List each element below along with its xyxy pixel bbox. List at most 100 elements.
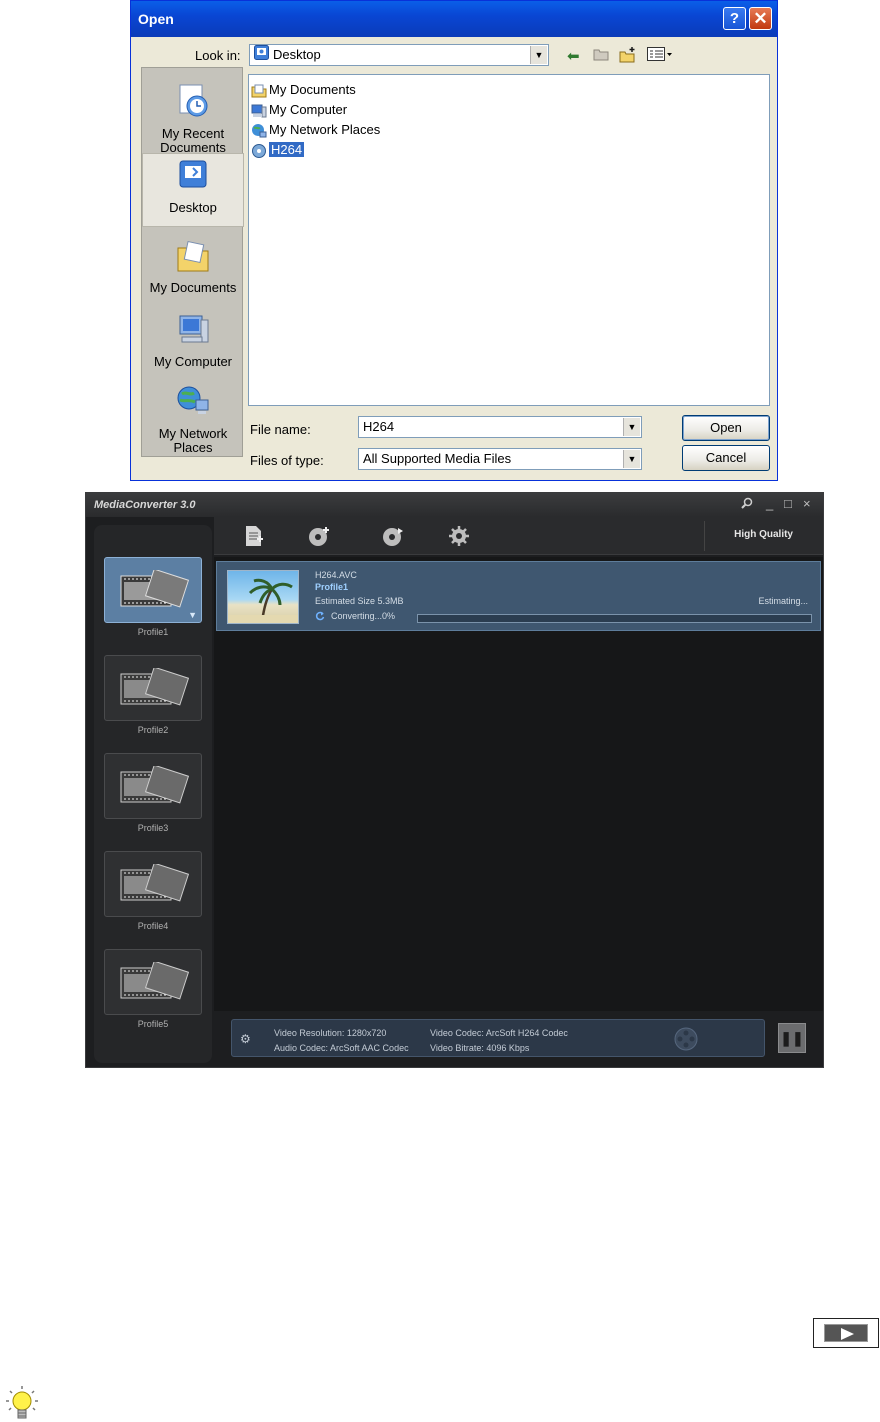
places-bar: My Recent Documents Desktop My Documents… <box>141 67 244 457</box>
film-strip-icon <box>120 864 189 902</box>
profile-thumbnail <box>104 851 202 917</box>
profile-item-3[interactable]: Profile3 <box>104 753 202 833</box>
cancel-button[interactable]: Cancel <box>682 445 770 471</box>
close-button[interactable]: ✕ <box>749 7 772 30</box>
profile-item-4[interactable]: Profile4 <box>104 851 202 931</box>
place-desktop[interactable]: Desktop <box>142 153 244 227</box>
chevron-down-icon[interactable]: ▼ <box>623 418 640 436</box>
media-converter-window: MediaConverter 3.0 _ □ × ▼ Profile1 Prof… <box>85 492 824 1068</box>
profile-thumbnail <box>104 949 202 1015</box>
new-folder-icon[interactable] <box>619 47 637 67</box>
list-item[interactable]: My Computer <box>251 100 347 119</box>
palm-tree-image <box>228 578 298 623</box>
files-of-type-dropdown[interactable]: All Supported Media Files ▼ <box>358 448 642 470</box>
chevron-down-icon[interactable]: ▼ <box>188 610 197 620</box>
profile-thumbnail: ▼ <box>104 557 202 623</box>
pause-icon: ❚❚ <box>780 1030 804 1046</box>
files-of-type-value: All Supported Media Files <box>363 451 512 466</box>
mc-title-bar: MediaConverter 3.0 <box>86 493 823 517</box>
settings-gear-icon[interactable]: ⚙ <box>240 1032 251 1046</box>
chevron-down-icon[interactable]: ▼ <box>623 450 640 468</box>
profile-thumbnail <box>104 753 202 819</box>
search-icon[interactable] <box>741 497 753 512</box>
mc-toolbar: High Quality <box>214 517 823 555</box>
profile-item-5[interactable]: Profile5 <box>104 949 202 1029</box>
media-file-icon <box>251 143 267 159</box>
recent-documents-icon <box>142 82 244 123</box>
look-in-dropdown[interactable]: Desktop ▼ <box>249 44 549 66</box>
job-right-status: Estimating... <box>758 596 808 606</box>
view-menu-icon[interactable] <box>647 47 673 65</box>
help-icon: ? <box>729 10 740 27</box>
play-button-face <box>824 1324 868 1342</box>
my-computer-icon <box>142 312 244 351</box>
play-icon <box>841 1328 854 1340</box>
film-strip-icon <box>120 962 189 1000</box>
pause-button[interactable]: ❚❚ <box>778 1023 806 1053</box>
profile-label: Profile5 <box>137 1019 169 1029</box>
place-network-places[interactable]: My Network Places <box>142 380 244 455</box>
maximize-icon[interactable]: □ <box>784 497 792 511</box>
lightbulb-icon <box>4 1384 40 1422</box>
open-dialog: Open ? ✕ Look in: Desktop ▼ ⬅ My Recent … <box>130 0 778 481</box>
profile-label: Profile4 <box>137 921 169 931</box>
play-button[interactable] <box>813 1318 879 1348</box>
film-strip-icon <box>120 570 189 608</box>
files-of-type-label: Files of type: <box>250 453 324 468</box>
minimize-icon[interactable]: _ <box>766 497 773 511</box>
job-estimated-size: Estimated Size 5.3MB <box>315 596 404 606</box>
chevron-down-icon[interactable]: ▼ <box>530 46 547 64</box>
desktop-small-icon <box>254 45 269 66</box>
conversion-job-row[interactable]: H264.AVC Profile1 Estimated Size 5.3MB C… <box>216 561 821 631</box>
info-panel: ⚙ Video Resolution: 1280x720 Audio Codec… <box>231 1019 765 1057</box>
profile-label: Profile2 <box>137 725 169 735</box>
place-label: My Documents <box>149 280 237 295</box>
video-codec: Video Codec: ArcSoft H264 Codec <box>430 1028 568 1038</box>
conversion-queue: H264.AVC Profile1 Estimated Size 5.3MB C… <box>214 557 823 1011</box>
dialog-title: Open <box>138 11 174 27</box>
folder-icon <box>251 83 267 99</box>
film-strip-icon <box>120 668 189 706</box>
settings-gear-icon[interactable] <box>448 525 470 553</box>
refresh-icon <box>315 611 325 623</box>
up-folder-icon[interactable] <box>593 47 609 65</box>
job-profile[interactable]: Profile1 <box>315 582 348 592</box>
place-label: My Network Places <box>158 426 228 455</box>
file-name-selected: H264 <box>269 142 305 157</box>
file-list[interactable]: My Documents My Computer My Network Plac… <box>248 74 770 406</box>
place-my-documents[interactable]: My Documents <box>142 234 244 295</box>
toolbar-divider <box>704 521 705 551</box>
audio-codec: Audio Codec: ArcSoft AAC Codec <box>274 1043 409 1053</box>
file-name-input[interactable]: H264 ▼ <box>358 416 642 438</box>
profile-sidebar: ▼ Profile1 Profile2 Profile3 Profile4 Pr… <box>94 525 212 1063</box>
quality-selector[interactable]: High Quality <box>734 529 793 540</box>
my-documents-icon <box>142 238 244 277</box>
video-resolution: Video Resolution: 1280x720 <box>274 1028 387 1038</box>
profile-item-1[interactable]: ▼ Profile1 <box>104 557 202 637</box>
add-disc-icon[interactable] <box>306 525 332 553</box>
dialog-title-bar: Open <box>131 1 777 37</box>
look-in-value: Desktop <box>273 47 321 62</box>
list-item[interactable]: My Network Places <box>251 120 380 139</box>
add-file-icon[interactable] <box>242 525 264 553</box>
open-button[interactable]: Open <box>682 415 770 441</box>
profile-thumbnail <box>104 655 202 721</box>
list-item[interactable]: My Documents <box>251 80 356 99</box>
film-strip-icon <box>120 766 189 804</box>
place-my-computer[interactable]: My Computer <box>142 308 244 369</box>
back-arrow-icon[interactable]: ⬅ <box>567 47 580 65</box>
profile-item-2[interactable]: Profile2 <box>104 655 202 735</box>
file-name: My Computer <box>269 102 348 117</box>
list-item[interactable]: H264 <box>251 140 305 159</box>
place-recent-documents[interactable]: My Recent Documents <box>142 78 244 155</box>
mc-title: MediaConverter 3.0 <box>94 499 196 511</box>
video-bitrate: Video Bitrate: 4096 Kbps <box>430 1043 530 1053</box>
place-label: My Recent Documents <box>160 126 226 155</box>
close-icon[interactable]: × <box>803 497 811 511</box>
page: Open ? ✕ Look in: Desktop ▼ ⬅ My Recent … <box>0 0 880 1422</box>
burn-disc-icon[interactable] <box>380 525 406 553</box>
video-thumbnail <box>227 570 299 624</box>
network-places-icon <box>142 384 244 423</box>
place-label: Desktop <box>169 200 217 215</box>
help-button[interactable]: ? <box>723 7 746 30</box>
